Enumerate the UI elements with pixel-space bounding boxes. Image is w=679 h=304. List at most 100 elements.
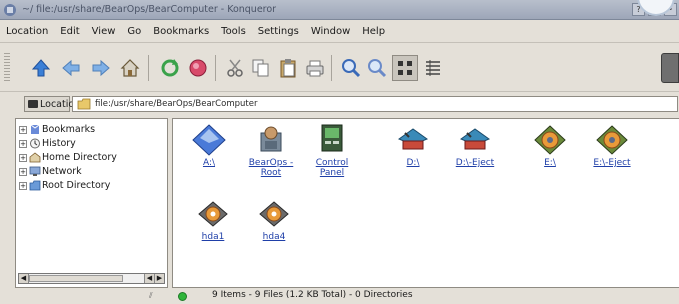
file-item-e-drive[interactable]: E:\ (526, 123, 574, 168)
resize-grip-icon[interactable]: ⫽ (149, 291, 169, 303)
file-label: D:\ (406, 158, 420, 168)
zoom-out-icon (368, 59, 387, 78)
print-icon (306, 60, 324, 77)
horizontal-scrollbar[interactable]: ◀ ◀ ▶ (18, 273, 165, 284)
back-arrow-icon (62, 59, 80, 77)
home-icon (120, 59, 140, 77)
forward-arrow-icon (92, 59, 110, 77)
file-item-hda1[interactable]: hda1 (189, 197, 237, 242)
location-value: file:/usr/share/BearOps/BearComputer (95, 99, 258, 109)
copy-button[interactable] (248, 55, 274, 81)
icon-view-button[interactable] (392, 55, 418, 81)
expand-icon[interactable]: + (19, 153, 27, 162)
expand-icon[interactable]: + (19, 167, 27, 176)
location-label-button[interactable]: Location (24, 96, 80, 112)
location-input[interactable]: file:/usr/share/BearOps/BearComputer (72, 96, 678, 112)
menu-tools[interactable]: Tools (221, 26, 246, 37)
file-item-control-panel[interactable]: Control Panel (308, 123, 356, 178)
reload-icon (161, 59, 179, 77)
menu-edit[interactable]: Edit (60, 26, 79, 37)
file-item-bearops-root[interactable]: BearOps -Root (247, 123, 295, 178)
floppy-drive-icon (192, 124, 226, 156)
menu-bookmarks[interactable]: Bookmarks (153, 26, 209, 37)
tree-item-bookmarks[interactable]: + Bookmarks (19, 123, 95, 136)
tree-item-root-directory[interactable]: + Root Directory (19, 179, 110, 192)
menu-location[interactable]: Location (6, 26, 48, 37)
file-item-hda4[interactable]: hda4 (250, 197, 298, 242)
toolbar-separator (331, 55, 332, 81)
zoom-out-button[interactable] (364, 55, 390, 81)
copy-icon (252, 59, 269, 77)
menu-view[interactable]: View (92, 26, 116, 37)
throbber-icon (661, 53, 679, 83)
file-label: A:\ (202, 158, 216, 168)
bookmarks-icon (30, 124, 40, 134)
back-button[interactable] (58, 55, 84, 81)
home-directory-icon (29, 152, 41, 163)
control-panel-icon (321, 124, 343, 152)
title-bar[interactable]: ~/ file:/usr/share/BearOps/BearComputer … (0, 0, 679, 20)
menu-window[interactable]: Window (311, 26, 350, 37)
file-item-d-drive-eject[interactable]: D:\-Eject (447, 123, 503, 168)
detail-view-icon (426, 60, 440, 76)
tree-item-label: Bookmarks (42, 124, 96, 135)
hard-disk-icon (198, 201, 228, 227)
cdrom-drive-eject-icon (596, 125, 628, 155)
file-label: Control Panel (315, 158, 349, 178)
file-item-d-drive[interactable]: D:\ (389, 123, 437, 168)
paste-button[interactable] (275, 55, 301, 81)
stop-icon (189, 59, 207, 77)
forward-button[interactable] (88, 55, 114, 81)
folder-icon (77, 98, 91, 110)
clear-location-icon (28, 100, 38, 108)
status-text: 9 Items - 9 Files (1.2 KB Total) - 0 Dir… (212, 290, 413, 300)
cdrom-drive-icon (534, 125, 566, 155)
cut-button[interactable] (222, 55, 248, 81)
scroll-right-arrow-icon[interactable]: ▶ (154, 274, 164, 283)
tree-item-network[interactable]: + Network (19, 165, 82, 178)
file-label: E:\-Eject (593, 158, 631, 168)
tree-item-home-directory[interactable]: + Home Directory (19, 151, 117, 164)
expand-icon[interactable]: + (19, 139, 27, 148)
print-button[interactable] (302, 55, 328, 81)
tree-item-label: Home Directory (42, 152, 117, 163)
menu-go[interactable]: Go (127, 26, 141, 37)
file-view[interactable]: A:\ BearOps -Root Control Panel D:\ D:\-… (172, 118, 679, 288)
stop-button[interactable] (185, 55, 211, 81)
tree-item-history[interactable]: + History (19, 137, 76, 150)
status-led-icon (178, 292, 187, 301)
tree-item-label: History (42, 138, 76, 149)
navigation-panel: + Bookmarks + History + Home Directory +… (15, 118, 168, 288)
up-arrow-icon (31, 59, 51, 77)
home-button[interactable] (117, 55, 143, 81)
hard-disk-icon (259, 201, 289, 227)
file-item-floppy[interactable]: A:\ (185, 123, 233, 168)
root-directory-icon (29, 180, 41, 191)
file-item-e-drive-eject[interactable]: E:\-Eject (584, 123, 640, 168)
reload-button[interactable] (157, 55, 183, 81)
app-icon (4, 4, 16, 16)
network-drive-eject-icon (459, 128, 491, 150)
up-button[interactable] (28, 55, 54, 81)
paste-icon (280, 59, 296, 78)
icon-view-icon (398, 61, 412, 75)
menu-help[interactable]: Help (362, 26, 385, 37)
file-label: BearOps -Root (248, 158, 294, 178)
toolbar-grip[interactable] (4, 53, 10, 83)
window-title: ~/ file:/usr/share/BearOps/BearComputer … (22, 4, 277, 15)
file-label: D:\-Eject (455, 158, 495, 168)
location-bar: Location file:/usr/share/BearOps/BearCom… (0, 93, 679, 115)
zoom-in-button[interactable] (338, 55, 364, 81)
scrollbar-thumb[interactable] (29, 275, 123, 282)
toolbar-separator (148, 55, 149, 81)
expand-icon[interactable]: + (19, 181, 27, 190)
network-drive-icon (397, 128, 429, 150)
menu-settings[interactable]: Settings (258, 26, 299, 37)
scroll-left-arrow-icon[interactable]: ◀ (144, 274, 154, 283)
scroll-left-arrow-icon[interactable]: ◀ (19, 274, 29, 283)
toolbar-separator (215, 55, 216, 81)
expand-icon[interactable]: + (19, 125, 27, 134)
network-icon (29, 166, 41, 176)
root-terminal-icon (260, 126, 282, 152)
detail-view-button[interactable] (420, 55, 446, 81)
